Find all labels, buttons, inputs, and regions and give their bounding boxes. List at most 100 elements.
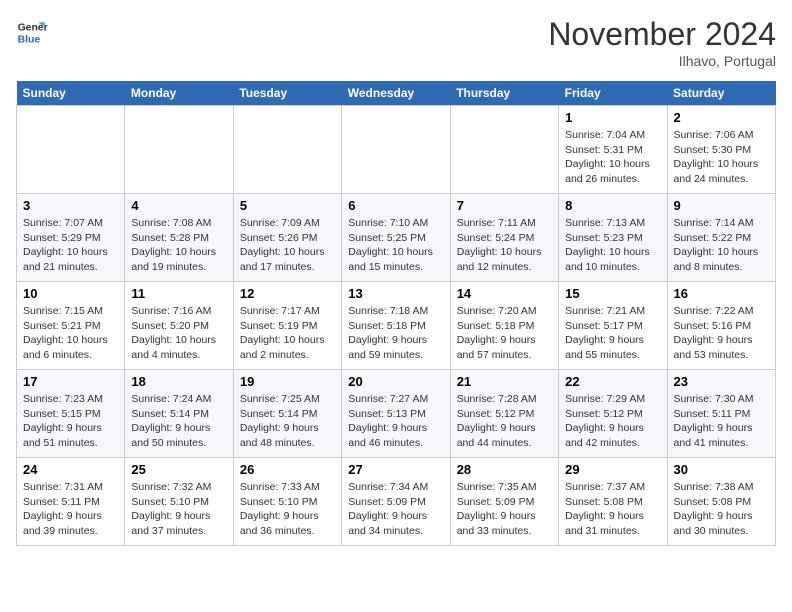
day-detail: Sunrise: 7:37 AM Sunset: 5:08 PM Dayligh… (565, 480, 660, 539)
day-number: 25 (131, 462, 226, 477)
day-detail: Sunrise: 7:21 AM Sunset: 5:17 PM Dayligh… (565, 304, 660, 363)
day-number: 14 (457, 286, 552, 301)
day-number: 21 (457, 374, 552, 389)
day-number: 16 (674, 286, 769, 301)
week-row-4: 17 Sunrise: 7:23 AM Sunset: 5:15 PM Dayli… (17, 370, 776, 458)
day-detail: Sunrise: 7:24 AM Sunset: 5:14 PM Dayligh… (131, 392, 226, 451)
day-detail: Sunrise: 7:28 AM Sunset: 5:12 PM Dayligh… (457, 392, 552, 451)
column-header-thursday: Thursday (450, 81, 558, 106)
week-row-2: 3 Sunrise: 7:07 AM Sunset: 5:29 PM Daylig… (17, 194, 776, 282)
day-number: 28 (457, 462, 552, 477)
day-number: 7 (457, 198, 552, 213)
day-cell: 4Sunrise: 7:08 AM Sunset: 5:28 PM Daylig… (125, 194, 233, 282)
day-number: 1 (565, 110, 660, 125)
day-cell: 29 Sunrise: 7:37 AM Sunset: 5:08 PM Dayli… (559, 458, 667, 546)
day-detail: Sunrise: 7:18 AM Sunset: 5:18 PM Dayligh… (348, 304, 443, 363)
day-cell: 28Sunrise: 7:35 AM Sunset: 5:09 PM Dayli… (450, 458, 558, 546)
day-cell (125, 106, 233, 194)
column-header-tuesday: Tuesday (233, 81, 341, 106)
day-cell: 21 Sunrise: 7:28 AM Sunset: 5:12 PM Dayli… (450, 370, 558, 458)
week-row-3: 10 Sunrise: 7:15 AM Sunset: 5:21 PM Dayli… (17, 282, 776, 370)
day-number: 18 (131, 374, 226, 389)
day-cell: 8Sunrise: 7:13 AM Sunset: 5:23 PM Daylig… (559, 194, 667, 282)
week-row-5: 24Sunrise: 7:31 AM Sunset: 5:11 PM Dayli… (17, 458, 776, 546)
day-detail: Sunrise: 7:07 AM Sunset: 5:29 PM Dayligh… (23, 216, 118, 275)
day-detail: Sunrise: 7:27 AM Sunset: 5:13 PM Dayligh… (348, 392, 443, 451)
day-cell: 6 Sunrise: 7:10 AM Sunset: 5:25 PM Daylig… (342, 194, 450, 282)
day-cell: 14 Sunrise: 7:20 AM Sunset: 5:18 PM Dayli… (450, 282, 558, 370)
day-cell (17, 106, 125, 194)
day-cell: 10 Sunrise: 7:15 AM Sunset: 5:21 PM Dayli… (17, 282, 125, 370)
day-cell: 23Sunrise: 7:30 AM Sunset: 5:11 PM Dayli… (667, 370, 775, 458)
day-number: 30 (674, 462, 769, 477)
day-number: 12 (240, 286, 335, 301)
column-header-wednesday: Wednesday (342, 81, 450, 106)
day-detail: Sunrise: 7:13 AM Sunset: 5:23 PM Dayligh… (565, 216, 660, 275)
day-cell: 12 Sunrise: 7:17 AM Sunset: 5:19 PM Dayli… (233, 282, 341, 370)
calendar-body: 1 Sunrise: 7:04 AM Sunset: 5:31 PM Daylig… (17, 106, 776, 546)
day-detail: Sunrise: 7:17 AM Sunset: 5:19 PM Dayligh… (240, 304, 335, 363)
day-number: 29 (565, 462, 660, 477)
day-cell: 26Sunrise: 7:33 AM Sunset: 5:10 PM Dayli… (233, 458, 341, 546)
day-detail: Sunrise: 7:32 AM Sunset: 5:10 PM Dayligh… (131, 480, 226, 539)
day-number: 22 (565, 374, 660, 389)
day-cell: 30 Sunrise: 7:38 AM Sunset: 5:08 PM Dayli… (667, 458, 775, 546)
day-detail: Sunrise: 7:29 AM Sunset: 5:12 PM Dayligh… (565, 392, 660, 451)
day-number: 15 (565, 286, 660, 301)
day-detail: Sunrise: 7:16 AM Sunset: 5:20 PM Dayligh… (131, 304, 226, 363)
day-detail: Sunrise: 7:04 AM Sunset: 5:31 PM Dayligh… (565, 128, 660, 187)
day-number: 2 (674, 110, 769, 125)
day-cell: 16 Sunrise: 7:22 AM Sunset: 5:16 PM Dayli… (667, 282, 775, 370)
month-title: November 2024 (548, 16, 776, 53)
day-cell: 15 Sunrise: 7:21 AM Sunset: 5:17 PM Dayli… (559, 282, 667, 370)
day-number: 11 (131, 286, 226, 301)
day-cell: 3 Sunrise: 7:07 AM Sunset: 5:29 PM Daylig… (17, 194, 125, 282)
day-number: 5 (240, 198, 335, 213)
day-number: 6 (348, 198, 443, 213)
day-detail: Sunrise: 7:31 AM Sunset: 5:11 PM Dayligh… (23, 480, 118, 539)
day-cell: 20Sunrise: 7:27 AM Sunset: 5:13 PM Dayli… (342, 370, 450, 458)
day-cell: 2 Sunrise: 7:06 AM Sunset: 5:30 PM Daylig… (667, 106, 775, 194)
day-cell (342, 106, 450, 194)
day-cell: 24Sunrise: 7:31 AM Sunset: 5:11 PM Dayli… (17, 458, 125, 546)
week-row-1: 1 Sunrise: 7:04 AM Sunset: 5:31 PM Daylig… (17, 106, 776, 194)
day-detail: Sunrise: 7:23 AM Sunset: 5:15 PM Dayligh… (23, 392, 118, 451)
day-number: 26 (240, 462, 335, 477)
day-cell: 19Sunrise: 7:25 AM Sunset: 5:14 PM Dayli… (233, 370, 341, 458)
day-number: 23 (674, 374, 769, 389)
page-header: General Blue November 2024 Ilhavo, Portu… (16, 16, 776, 69)
column-header-friday: Friday (559, 81, 667, 106)
day-cell: 27Sunrise: 7:34 AM Sunset: 5:09 PM Dayli… (342, 458, 450, 546)
calendar-table: SundayMondayTuesdayWednesdayThursdayFrid… (16, 81, 776, 546)
title-block: November 2024 Ilhavo, Portugal (548, 16, 776, 69)
day-cell: 13 Sunrise: 7:18 AM Sunset: 5:18 PM Dayli… (342, 282, 450, 370)
logo: General Blue (16, 16, 48, 48)
day-detail: Sunrise: 7:09 AM Sunset: 5:26 PM Dayligh… (240, 216, 335, 275)
svg-text:Blue: Blue (18, 34, 41, 45)
day-cell: 18 Sunrise: 7:24 AM Sunset: 5:14 PM Dayli… (125, 370, 233, 458)
day-cell: 5 Sunrise: 7:09 AM Sunset: 5:26 PM Daylig… (233, 194, 341, 282)
day-detail: Sunrise: 7:20 AM Sunset: 5:18 PM Dayligh… (457, 304, 552, 363)
day-detail: Sunrise: 7:10 AM Sunset: 5:25 PM Dayligh… (348, 216, 443, 275)
day-detail: Sunrise: 7:06 AM Sunset: 5:30 PM Dayligh… (674, 128, 769, 187)
day-cell: 25 Sunrise: 7:32 AM Sunset: 5:10 PM Dayli… (125, 458, 233, 546)
column-header-sunday: Sunday (17, 81, 125, 106)
day-detail: Sunrise: 7:38 AM Sunset: 5:08 PM Dayligh… (674, 480, 769, 539)
day-detail: Sunrise: 7:22 AM Sunset: 5:16 PM Dayligh… (674, 304, 769, 363)
day-number: 3 (23, 198, 118, 213)
day-cell: 22 Sunrise: 7:29 AM Sunset: 5:12 PM Dayli… (559, 370, 667, 458)
logo-icon: General Blue (16, 16, 48, 48)
location: Ilhavo, Portugal (548, 53, 776, 69)
day-detail: Sunrise: 7:15 AM Sunset: 5:21 PM Dayligh… (23, 304, 118, 363)
day-number: 17 (23, 374, 118, 389)
day-cell: 7Sunrise: 7:11 AM Sunset: 5:24 PM Daylig… (450, 194, 558, 282)
day-detail: Sunrise: 7:25 AM Sunset: 5:14 PM Dayligh… (240, 392, 335, 451)
day-cell: 11 Sunrise: 7:16 AM Sunset: 5:20 PM Dayli… (125, 282, 233, 370)
column-header-monday: Monday (125, 81, 233, 106)
day-cell: 17 Sunrise: 7:23 AM Sunset: 5:15 PM Dayli… (17, 370, 125, 458)
day-number: 4 (131, 198, 226, 213)
day-cell (450, 106, 558, 194)
day-number: 13 (348, 286, 443, 301)
day-detail: Sunrise: 7:34 AM Sunset: 5:09 PM Dayligh… (348, 480, 443, 539)
day-number: 10 (23, 286, 118, 301)
